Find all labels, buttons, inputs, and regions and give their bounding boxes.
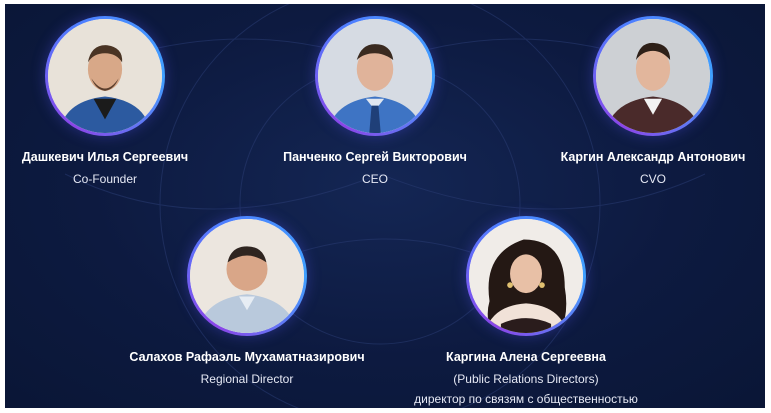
member-role-secondary: директор по связям с общественностью: [414, 392, 638, 406]
avatar: [596, 19, 710, 133]
avatar-ring: [466, 216, 586, 336]
member-role: CVO: [639, 172, 666, 186]
member-role: (Public Relations Directors): [453, 372, 599, 386]
portrait-photo: [596, 19, 710, 133]
avatar-ring: [315, 16, 435, 136]
avatar: [469, 219, 583, 333]
team-panel: Дашкевич Илья Сергеевич Co-Founder Панче…: [5, 4, 765, 408]
avatar-ring: [45, 16, 165, 136]
team-member-card: Панченко Сергей Викторович CEO: [250, 16, 500, 186]
team-member-card: Дашкевич Илья Сергеевич Co-Founder: [5, 16, 230, 186]
member-name: Дашкевич Илья Сергеевич: [21, 150, 189, 164]
avatar-ring: [593, 16, 713, 136]
team-member-card: Салахов Рафаэль Мухаматназирович Regiona…: [122, 216, 372, 386]
member-name: Салахов Рафаэль Мухаматназирович: [129, 350, 365, 364]
member-role: Regional Director: [200, 372, 294, 386]
member-role: Co-Founder: [72, 172, 138, 186]
portrait-photo: [190, 219, 304, 333]
team-member-card: Каргин Александр Антонович CVO: [528, 16, 765, 186]
avatar: [318, 19, 432, 133]
portrait-photo: [48, 19, 162, 133]
member-name: Панченко Сергей Викторович: [283, 150, 467, 164]
portrait-photo: [318, 19, 432, 133]
avatar: [48, 19, 162, 133]
portrait-photo: [469, 219, 583, 333]
member-name: Каргина Алена Сергеевна: [446, 350, 606, 364]
team-member-card: Каргина Алена Сергеевна (Public Relation…: [401, 216, 651, 406]
avatar-ring: [187, 216, 307, 336]
member-role: CEO: [361, 172, 388, 186]
member-name: Каргин Александр Антонович: [560, 150, 746, 164]
avatar: [190, 219, 304, 333]
